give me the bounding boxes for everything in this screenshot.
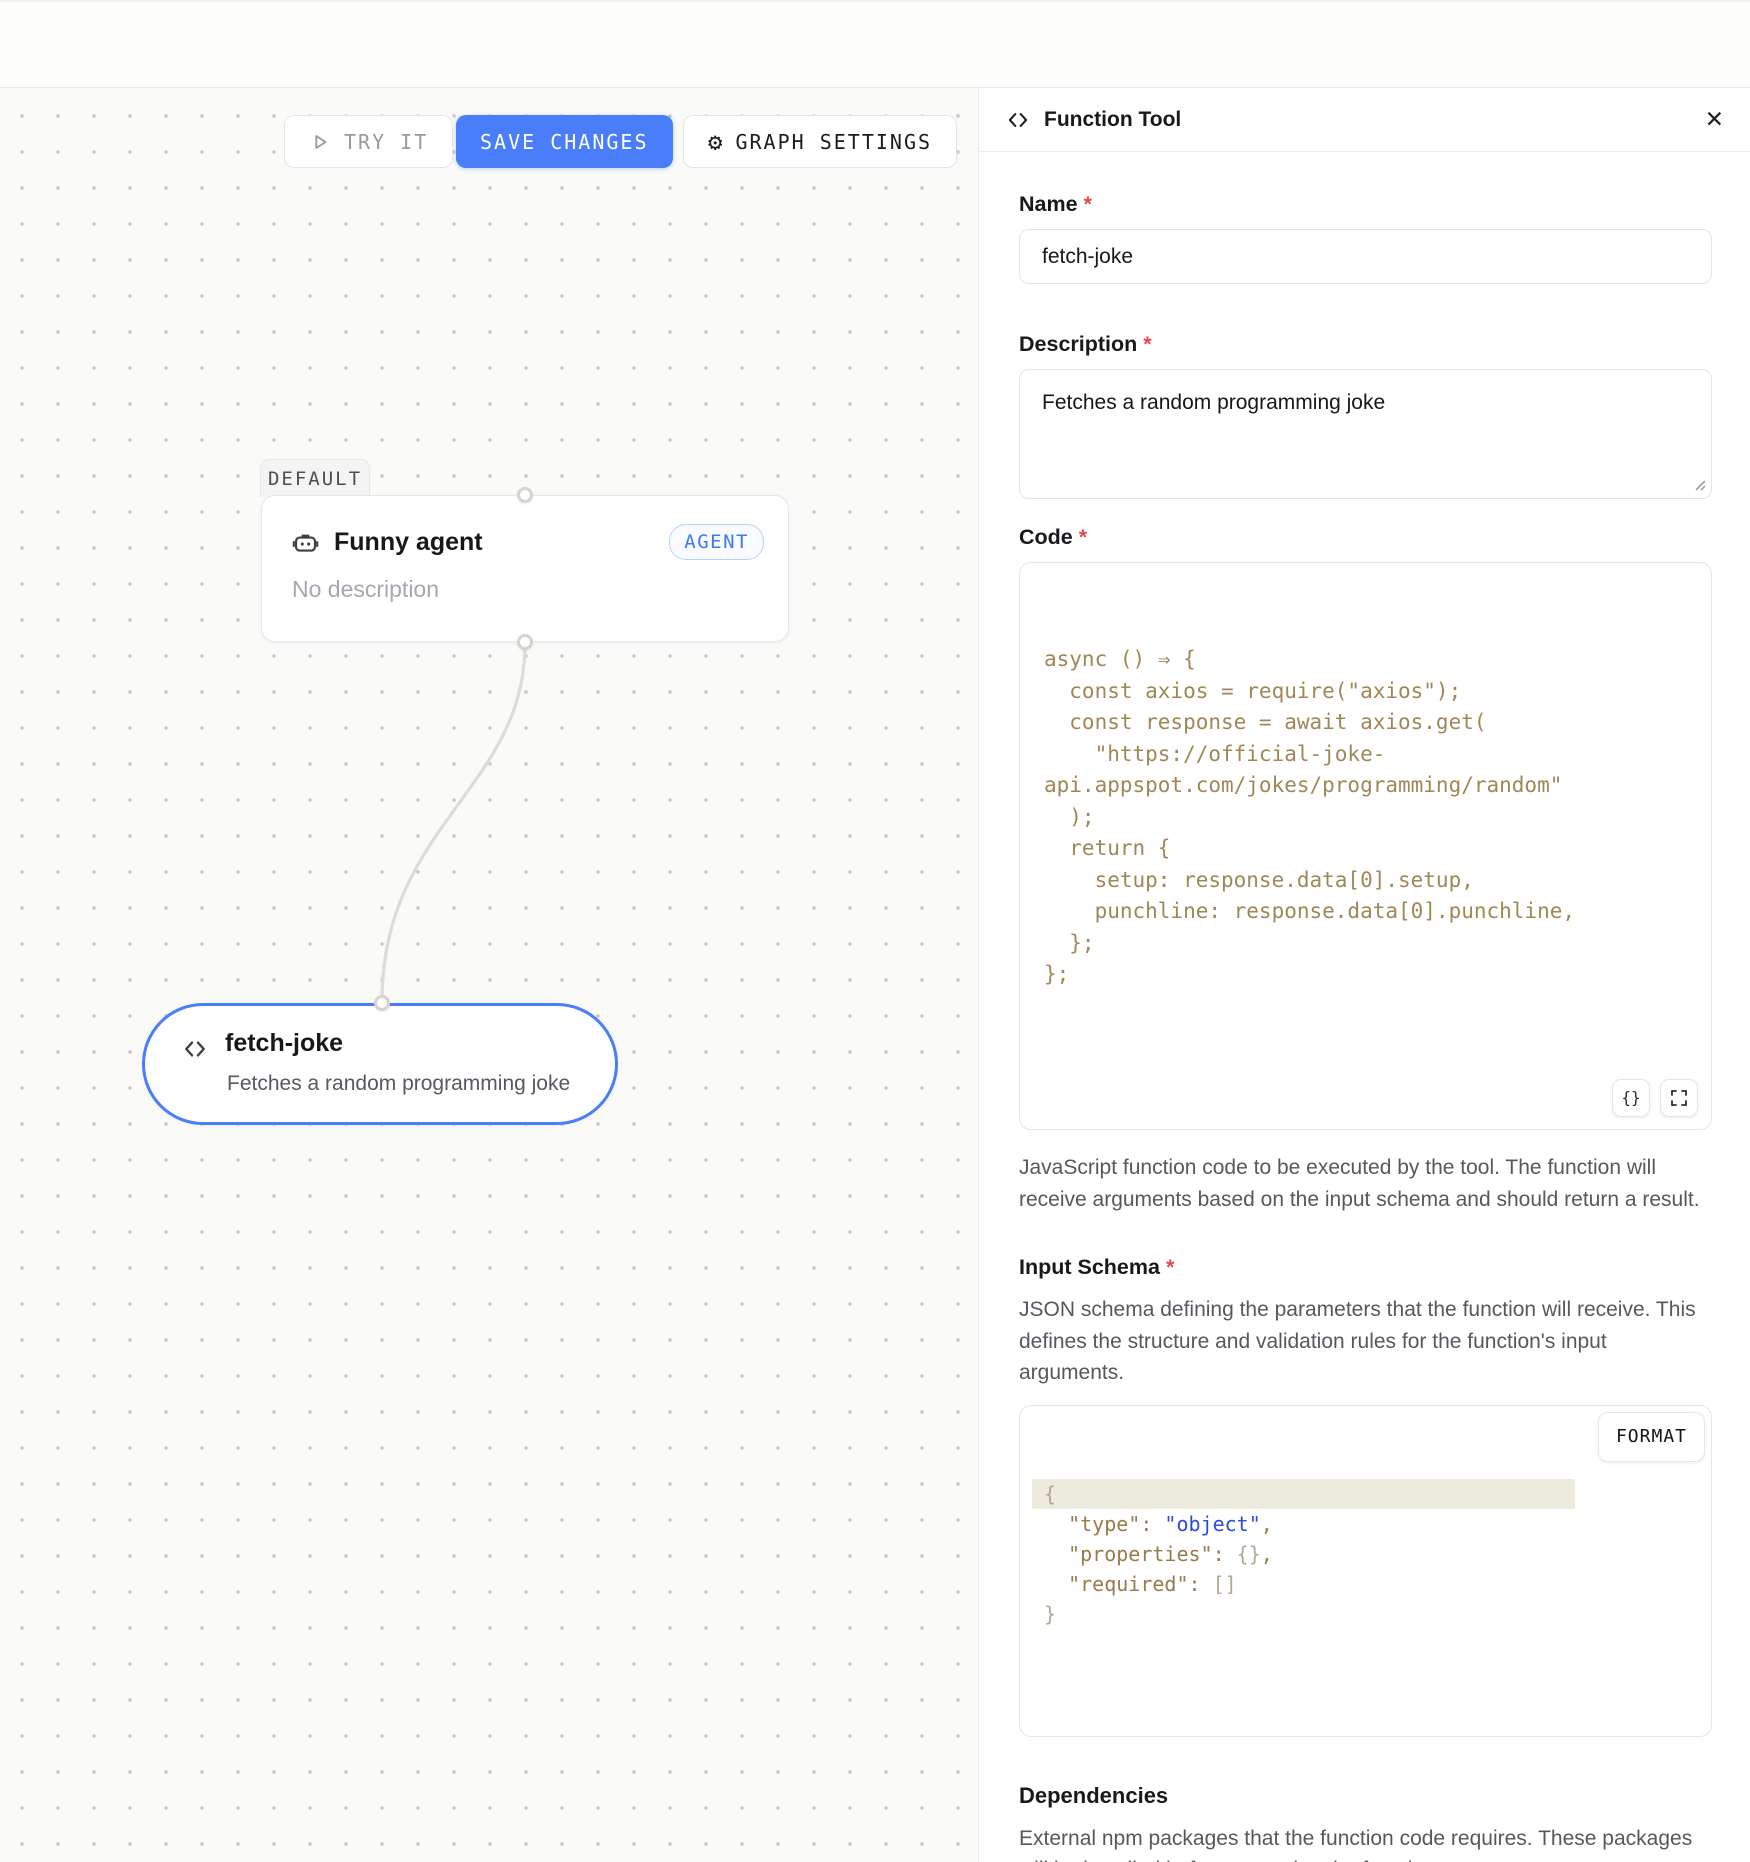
- required-marker: *: [1143, 332, 1151, 356]
- input-schema-editor[interactable]: { "type": "object", "properties": {}, "r…: [1019, 1405, 1712, 1737]
- braces-icon: {}: [1621, 1082, 1640, 1114]
- connection-handle-agent-bottom[interactable]: [517, 634, 533, 650]
- gear-icon: ⚙: [708, 130, 722, 154]
- save-changes-label: SAVE CHANGES: [480, 130, 649, 154]
- group-label-default[interactable]: DEFAULT: [260, 459, 370, 497]
- group-label-text: DEFAULT: [268, 468, 362, 490]
- play-icon: [309, 131, 331, 153]
- code-editor-lines: async () ⇒ { const axios = require("axio…: [1044, 644, 1687, 991]
- save-changes-button[interactable]: SAVE CHANGES: [456, 115, 673, 168]
- close-icon[interactable]: ✕: [1705, 108, 1724, 131]
- expand-editor-button[interactable]: [1660, 1079, 1698, 1117]
- panel-title: Function Tool: [1044, 108, 1181, 132]
- description-textarea[interactable]: Fetches a random programming joke: [1019, 369, 1712, 499]
- app-window: TRY IT SAVE CHANGES ⚙ GRAPH SETTINGS DEF…: [0, 0, 1750, 1862]
- connection-handle-tool-top[interactable]: [374, 995, 390, 1011]
- code-editor[interactable]: async () ⇒ { const axios = require("axio…: [1019, 562, 1712, 1130]
- agent-type-badge: AGENT: [669, 524, 764, 560]
- tool-node-description: Fetches a random programming joke: [227, 1072, 570, 1096]
- format-button[interactable]: FORMAT: [1598, 1412, 1705, 1462]
- panel-header: Function Tool ✕: [979, 88, 1750, 152]
- code-icon: [181, 1035, 209, 1063]
- dependencies-help-text: External npm packages that the function …: [1019, 1823, 1712, 1862]
- robot-icon: [292, 529, 319, 556]
- dependencies-label: Dependencies: [1019, 1783, 1712, 1809]
- graph-settings-button[interactable]: ⚙ GRAPH SETTINGS: [683, 115, 957, 168]
- graph-settings-label: GRAPH SETTINGS: [735, 130, 932, 154]
- description-label: Description*: [1019, 332, 1712, 357]
- agent-node-title: Funny agent: [334, 528, 483, 557]
- required-marker: *: [1084, 192, 1092, 216]
- try-it-label: TRY IT: [344, 130, 428, 154]
- connection-handle-agent-top[interactable]: [517, 487, 533, 503]
- node-fetch-joke[interactable]: fetch-joke Fetches a random programming …: [142, 1003, 618, 1125]
- code-help-text: JavaScript function code to be executed …: [1019, 1152, 1712, 1215]
- node-funny-agent[interactable]: Funny agent AGENT No description: [261, 495, 789, 642]
- tool-node-title: fetch-joke: [225, 1029, 343, 1058]
- name-input[interactable]: [1019, 229, 1712, 284]
- code-label: Code*: [1019, 525, 1712, 550]
- format-code-button[interactable]: {}: [1612, 1079, 1650, 1117]
- name-label: Name*: [1019, 192, 1712, 217]
- top-bar: [0, 0, 1750, 88]
- input-schema-label: Input Schema*: [1019, 1255, 1712, 1280]
- required-marker: *: [1166, 1255, 1174, 1279]
- required-marker: *: [1079, 525, 1087, 549]
- function-tool-panel: Function Tool ✕ Name* Description* Fetch…: [978, 88, 1750, 1862]
- code-icon: [1005, 107, 1031, 133]
- agent-node-description: No description: [262, 560, 788, 603]
- graph-canvas[interactable]: [0, 88, 979, 1862]
- expand-icon: [1670, 1089, 1688, 1107]
- try-it-button[interactable]: TRY IT: [284, 115, 453, 168]
- input-schema-lines: { "type": "object", "properties": {}, "r…: [1044, 1479, 1687, 1629]
- input-schema-help-text: JSON schema defining the parameters that…: [1019, 1294, 1712, 1389]
